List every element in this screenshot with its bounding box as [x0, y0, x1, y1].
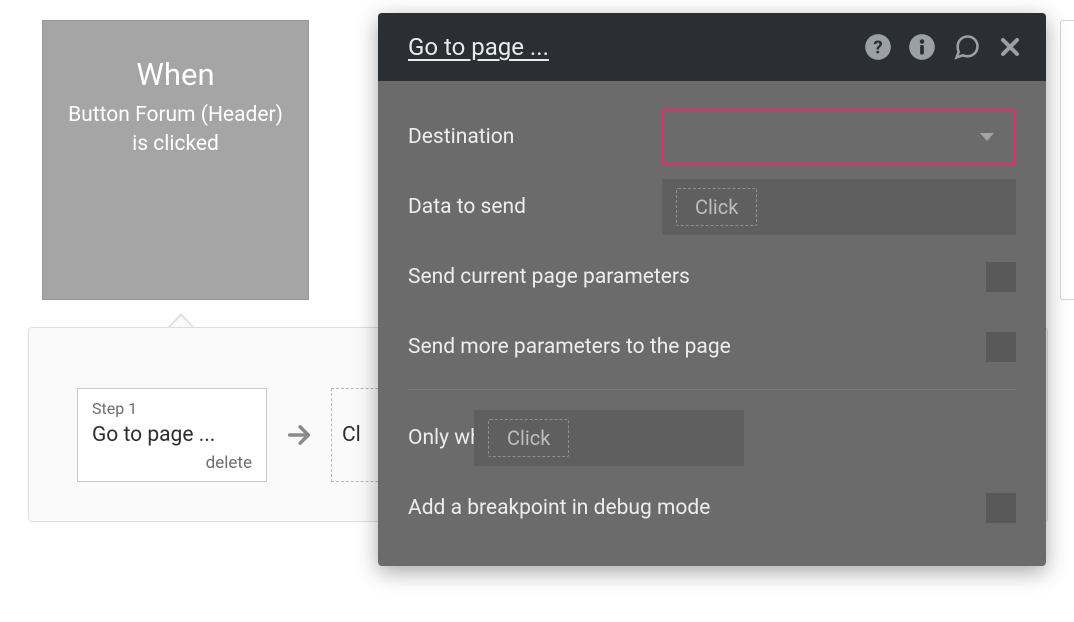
destination-row: Destination	[408, 109, 1016, 165]
trigger-card[interactable]: When Button Forum (Header) is clicked	[42, 20, 309, 300]
editor-title[interactable]: Go to page ...	[408, 33, 549, 61]
send-more-params-row: Send more parameters to the page	[408, 319, 1016, 375]
chevron-down-icon	[980, 133, 994, 141]
step-number-label: Step 1	[92, 399, 252, 418]
data-to-send-row: Data to send Click	[408, 179, 1016, 235]
only-when-row: Only when Click	[408, 410, 1016, 466]
editor-body: Destination Data to send Click Send curr…	[378, 81, 1046, 566]
send-more-params-checkbox[interactable]	[986, 332, 1016, 362]
step-action-label: Go to page ...	[92, 423, 252, 447]
svg-text:?: ?	[873, 36, 882, 58]
breakpoint-label: Add a breakpoint in debug mode	[408, 496, 986, 520]
arrow-right-icon	[285, 421, 313, 449]
step-1-card[interactable]: Step 1 Go to page ... delete	[77, 388, 267, 482]
editor-divider	[408, 389, 1016, 390]
send-current-params-row: Send current page parameters	[408, 249, 1016, 305]
step-delete-button[interactable]: delete	[92, 453, 252, 473]
breakpoint-checkbox[interactable]	[986, 493, 1016, 523]
add-step-hint: Cl	[342, 423, 361, 447]
adjacent-card-edge	[1060, 20, 1074, 300]
help-icon[interactable]: ?	[864, 33, 892, 61]
send-current-params-label: Send current page parameters	[408, 265, 986, 289]
comment-icon[interactable]	[952, 33, 982, 61]
data-to-send-field[interactable]: Click	[662, 179, 1016, 235]
data-to-send-expression[interactable]: Click	[676, 188, 757, 226]
trigger-title: When	[136, 56, 214, 93]
only-when-field[interactable]: Click	[474, 410, 744, 466]
trigger-subtitle: Button Forum (Header) is clicked	[43, 101, 308, 160]
editor-header-icons: ?	[864, 33, 1022, 61]
data-to-send-label: Data to send	[408, 195, 662, 219]
send-more-params-label: Send more parameters to the page	[408, 335, 986, 359]
only-when-expression[interactable]: Click	[488, 419, 569, 457]
close-icon[interactable]	[998, 35, 1022, 59]
editor-header[interactable]: Go to page ... ?	[378, 13, 1046, 81]
destination-label: Destination	[408, 125, 662, 149]
send-current-params-checkbox[interactable]	[986, 262, 1016, 292]
breakpoint-row: Add a breakpoint in debug mode	[408, 480, 1016, 536]
destination-dropdown[interactable]	[662, 109, 1016, 165]
info-icon[interactable]	[908, 33, 936, 61]
action-property-editor: Go to page ... ? Destination Data to sen	[378, 13, 1046, 566]
